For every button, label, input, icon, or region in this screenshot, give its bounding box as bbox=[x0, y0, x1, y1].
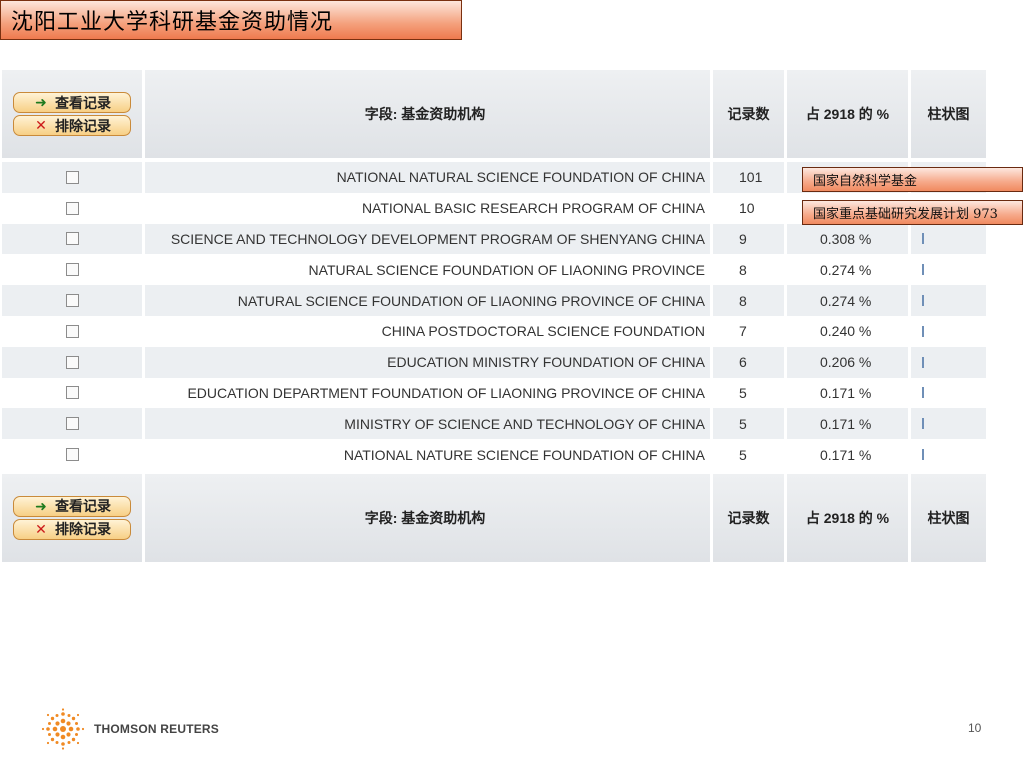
view-records-button[interactable]: ➜ 查看记录 bbox=[13, 92, 131, 113]
results-table: ➜ 查看记录 ✕ 排除记录 字段: 基金资助机构 记录数 占 2918 的 % … bbox=[2, 70, 990, 562]
footer-buttons-cell: ➜ 查看记录 ✕ 排除记录 bbox=[2, 473, 142, 562]
thomson-reuters-logo-icon bbox=[41, 708, 85, 750]
field-header-label: 字段: 基金资助机构 bbox=[364, 106, 486, 122]
header-buttons-cell: ➜ 查看记录 ✕ 排除记录 bbox=[2, 70, 142, 158]
field-footer: 字段: 基金资助机构 bbox=[142, 473, 710, 562]
callout-nsfc: 国家自然科学基金 bbox=[802, 167, 1023, 192]
view-records-button-bottom[interactable]: ➜ 查看记录 bbox=[13, 495, 131, 517]
row-checkbox[interactable] bbox=[65, 170, 79, 184]
callout-973: 国家重点基础研究发展计划 973 bbox=[802, 200, 1023, 225]
record-count: 6 bbox=[739, 354, 747, 371]
funding-agency-name: MINISTRY OF SCIENCE AND TECHNOLOGY OF CH… bbox=[344, 415, 705, 432]
funding-agency-name: NATURAL SCIENCE FOUNDATION OF LIAONING P… bbox=[308, 261, 705, 278]
record-percent: 0.308 % bbox=[820, 230, 872, 247]
funding-agency-name: NATURAL SCIENCE FOUNDATION OF LIAONING P… bbox=[237, 292, 705, 309]
percent-bar bbox=[922, 387, 924, 399]
bar-chart-header-label: 柱状图 bbox=[927, 106, 970, 122]
row-checkbox[interactable] bbox=[65, 201, 79, 215]
page-title: 沈阳工业大学科研基金资助情况 bbox=[0, 0, 462, 40]
table-row: NATURAL SCIENCE FOUNDATION OF LIAONING P… bbox=[2, 285, 990, 316]
exclude-records-button[interactable]: ✕ 排除记录 bbox=[13, 115, 131, 136]
count-footer-label: 记录数 bbox=[727, 509, 770, 526]
field-header: 字段: 基金资助机构 bbox=[142, 70, 710, 158]
thomson-reuters-logo: THOMSON REUTERS bbox=[40, 708, 219, 750]
record-percent: 0.240 % bbox=[820, 323, 872, 340]
funding-agency-name: NATIONAL NATURAL SCIENCE FOUNDATION OF C… bbox=[336, 169, 705, 186]
count-header[interactable]: 记录数 bbox=[710, 70, 784, 158]
exclude-records-label: 排除记录 bbox=[55, 521, 111, 538]
percent-bar bbox=[922, 449, 924, 461]
table-row: EDUCATION DEPARTMENT FOUNDATION OF LIAON… bbox=[2, 377, 990, 409]
bar-chart-footer: 柱状图 bbox=[908, 473, 986, 562]
table-row: NATURAL SCIENCE FOUNDATION OF LIAONING P… bbox=[2, 254, 990, 286]
page-number: 10 bbox=[968, 721, 982, 735]
percent-bar bbox=[922, 264, 924, 276]
count-footer[interactable]: 记录数 bbox=[710, 473, 784, 562]
funding-agency-name: EDUCATION DEPARTMENT FOUNDATION OF LIAON… bbox=[187, 384, 705, 401]
percent-bar bbox=[922, 418, 924, 430]
table-row: MINISTRY OF SCIENCE AND TECHNOLOGY OF CH… bbox=[2, 408, 990, 440]
funding-agency-name: EDUCATION MINISTRY FOUNDATION OF CHINA bbox=[387, 354, 705, 371]
record-percent: 0.171 % bbox=[820, 384, 872, 401]
table-row: CHINA POSTDOCTORAL SCIENCE FOUNDATION 7 … bbox=[2, 315, 990, 347]
arrow-right-icon: ➜ bbox=[35, 497, 47, 514]
table-row: NATIONAL NATURE SCIENCE FOUNDATION OF CH… bbox=[2, 439, 990, 470]
row-checkbox[interactable] bbox=[65, 232, 79, 246]
table-row: EDUCATION MINISTRY FOUNDATION OF CHINA 6… bbox=[2, 346, 990, 378]
record-count: 8 bbox=[739, 292, 747, 309]
row-checkbox[interactable] bbox=[65, 386, 79, 400]
record-count: 7 bbox=[739, 323, 747, 340]
row-checkbox[interactable] bbox=[65, 448, 79, 462]
arrow-right-icon: ➜ bbox=[35, 94, 47, 110]
percent-bar bbox=[922, 233, 924, 245]
exclude-records-button-bottom[interactable]: ✕ 排除记录 bbox=[13, 518, 131, 540]
funding-agency-name: NATIONAL NATURE SCIENCE FOUNDATION OF CH… bbox=[343, 446, 705, 463]
record-count: 10 bbox=[739, 200, 755, 217]
funding-agency-name: SCIENCE AND TECHNOLOGY DEVELOPMENT PROGR… bbox=[170, 230, 705, 247]
record-count: 5 bbox=[739, 415, 747, 432]
record-percent: 0.274 % bbox=[820, 261, 872, 278]
bar-chart-header: 柱状图 bbox=[908, 70, 986, 158]
record-count: 5 bbox=[739, 446, 747, 463]
record-count: 101 bbox=[739, 169, 763, 186]
percent-footer-label: 占 2918 的 % bbox=[805, 509, 890, 526]
percent-header-label: 占 2918 的 % bbox=[805, 106, 890, 122]
field-footer-label: 字段: 基金资助机构 bbox=[364, 509, 486, 526]
record-percent: 0.171 % bbox=[820, 446, 872, 463]
table-header: ➜ 查看记录 ✕ 排除记录 字段: 基金资助机构 记录数 占 2918 的 % … bbox=[2, 70, 990, 158]
percent-bar bbox=[922, 356, 924, 368]
x-icon: ✕ bbox=[35, 117, 47, 133]
record-count: 8 bbox=[739, 261, 747, 278]
record-percent: 0.274 % bbox=[820, 292, 872, 309]
bar-chart-footer-label: 柱状图 bbox=[927, 509, 970, 526]
logo-text: THOMSON REUTERS bbox=[94, 722, 220, 736]
record-percent: 0.171 % bbox=[820, 415, 872, 432]
table-footer-header: ➜ 查看记录 ✕ 排除记录 字段: 基金资助机构 记录数 占 2918 的 % … bbox=[2, 473, 990, 562]
funding-agency-name: CHINA POSTDOCTORAL SCIENCE FOUNDATION bbox=[381, 323, 705, 340]
row-checkbox[interactable] bbox=[65, 324, 79, 338]
row-checkbox[interactable] bbox=[65, 294, 79, 308]
record-count: 9 bbox=[739, 230, 747, 247]
x-icon: ✕ bbox=[35, 520, 47, 537]
row-checkbox[interactable] bbox=[65, 417, 79, 431]
row-checkbox[interactable] bbox=[65, 263, 79, 277]
funding-agency-name: NATIONAL BASIC RESEARCH PROGRAM OF CHINA bbox=[361, 200, 705, 217]
percent-bar bbox=[922, 295, 924, 307]
row-checkbox[interactable] bbox=[65, 355, 79, 369]
percent-header[interactable]: 占 2918 的 % bbox=[784, 70, 908, 158]
view-records-label: 查看记录 bbox=[55, 498, 111, 515]
exclude-records-label: 排除记录 bbox=[55, 117, 111, 134]
record-percent: 0.206 % bbox=[820, 354, 872, 371]
count-header-label: 记录数 bbox=[727, 106, 770, 122]
percent-footer[interactable]: 占 2918 的 % bbox=[784, 473, 908, 562]
table-row: SCIENCE AND TECHNOLOGY DEVELOPMENT PROGR… bbox=[2, 223, 990, 255]
view-records-label: 查看记录 bbox=[55, 94, 111, 111]
record-count: 5 bbox=[739, 384, 747, 401]
percent-bar bbox=[922, 325, 924, 337]
